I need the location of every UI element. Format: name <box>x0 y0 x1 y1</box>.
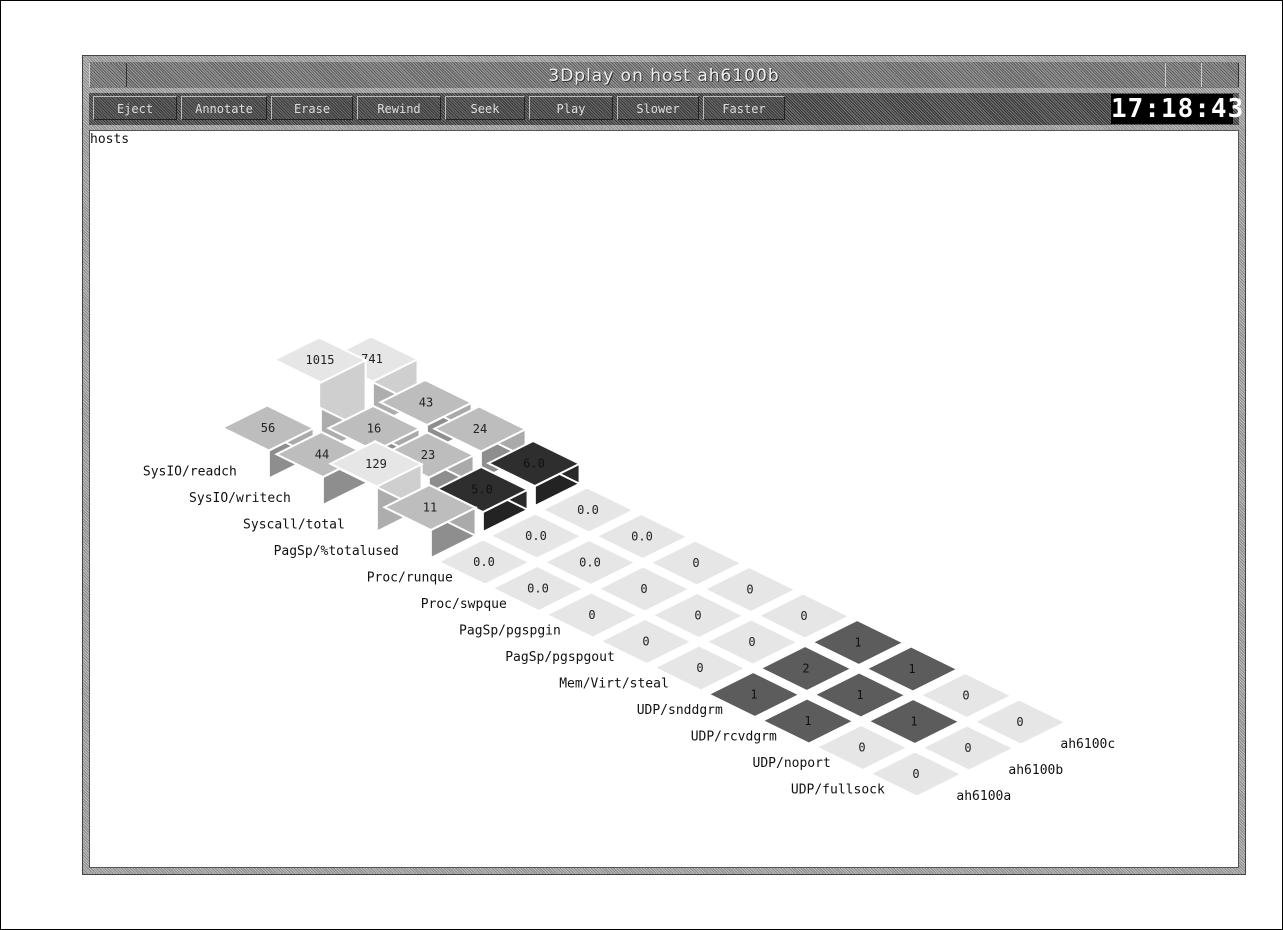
row-label: UDP/fullsock <box>791 783 885 798</box>
row-label: Syscall/total <box>243 518 345 533</box>
cell-value-label: 43 <box>419 396 433 410</box>
cell-value-label: 1015 <box>306 353 335 367</box>
cell-value-label: 1 <box>854 636 861 650</box>
row-label: SysIO/readch <box>143 465 237 480</box>
cell-value-label: 0 <box>1016 715 1023 729</box>
cell-value-label: 0 <box>692 556 699 570</box>
erase-button[interactable]: Erase <box>271 96 353 120</box>
cell-value-label: 1 <box>908 662 915 676</box>
row-label: SysIO/writech <box>189 491 291 506</box>
heatmap-3d-chart: 74110154356 16 2444 236.01295.00.0110.0 0.00… <box>143 334 1115 804</box>
cell-value-label: 0 <box>588 608 595 622</box>
cell-value-label: 129 <box>365 457 387 471</box>
minimize-button[interactable] <box>1165 63 1203 87</box>
cell-value-label: 0 <box>642 635 649 649</box>
title-bar[interactable]: 3Dplay on host ah6100b <box>89 62 1239 88</box>
cell-value-label: 0.0 <box>525 529 547 543</box>
maximize-button[interactable] <box>1201 63 1239 87</box>
chart-canvas[interactable]: hosts 741 1015 43 56 16 24 44 23 6.0 129 5.0 0.0 11 0… <box>89 130 1239 868</box>
cell-value-label: 44 <box>315 448 329 462</box>
annotate-button[interactable]: Annotate <box>181 96 267 120</box>
row-label: PagSp/pgspgin <box>459 624 561 639</box>
row-label: Proc/swpque <box>421 597 507 612</box>
cell-value-label: 0 <box>640 582 647 596</box>
faster-button[interactable]: Faster <box>703 96 785 120</box>
cell-value-label: 0 <box>696 661 703 675</box>
cell-value-label: 5.0 <box>471 483 493 497</box>
row-label: PagSp/pgspgout <box>505 650 615 665</box>
cell-value-label: 0 <box>858 741 865 755</box>
cell-value-label: 2 <box>802 662 809 676</box>
column-label: ah6100a <box>956 789 1011 804</box>
row-label: UDP/noport <box>753 756 831 771</box>
cell-value-label: 1 <box>750 688 757 702</box>
cell-value-label: 1 <box>804 714 811 728</box>
cell-value-label: 0 <box>748 635 755 649</box>
cell-value-label: 0.0 <box>527 582 549 596</box>
cell-value-label: 16 <box>367 422 381 436</box>
cell-value-label: 0 <box>962 689 969 703</box>
rewind-button[interactable]: Rewind <box>357 96 441 120</box>
column-label: ah6100c <box>1060 737 1115 752</box>
cell-value-label: 0.0 <box>577 503 599 517</box>
clock-display: 17:18:43 <box>1111 94 1245 124</box>
play-button[interactable]: Play <box>529 96 613 120</box>
seek-button[interactable]: Seek <box>445 96 525 120</box>
slower-button[interactable]: Slower <box>617 96 699 120</box>
cell-value-label: 0 <box>964 741 971 755</box>
cell-value-label: 0.0 <box>631 530 653 544</box>
cell-value-label: 0.0 <box>579 556 601 570</box>
cell-value-label: 0 <box>694 609 701 623</box>
cell-value-label: 56 <box>261 421 275 435</box>
cell-value-label: 1 <box>856 688 863 702</box>
cell-value-label: 23 <box>421 448 435 462</box>
row-label: Proc/runque <box>367 571 453 586</box>
app-window: 3Dplay on host ah6100b Eject Annotate Er… <box>82 55 1246 875</box>
cell-value-label: 6.0 <box>523 457 545 471</box>
window-title: 3Dplay on host ah6100b <box>548 66 780 86</box>
cell-value-label: 11 <box>423 501 437 515</box>
row-label: UDP/rcvdgrm <box>691 730 777 745</box>
toolbar: Eject Annotate Erase Rewind Seek Play Sl… <box>89 93 1245 125</box>
cell-value-label: 1 <box>910 715 917 729</box>
column-label: ah6100b <box>1008 763 1063 778</box>
cell-value-label: 0 <box>746 583 753 597</box>
row-label: UDP/snddgrm <box>637 703 723 718</box>
cell-value-label: 0 <box>800 609 807 623</box>
eject-button[interactable]: Eject <box>93 96 177 120</box>
cell-value-label: 0 <box>912 767 919 781</box>
row-label: Mem/Virt/steal <box>559 677 669 692</box>
row-label: PagSp/%totalused <box>274 544 399 559</box>
cell-value-label: 24 <box>473 422 487 436</box>
cell-value-label: 0.0 <box>473 555 495 569</box>
